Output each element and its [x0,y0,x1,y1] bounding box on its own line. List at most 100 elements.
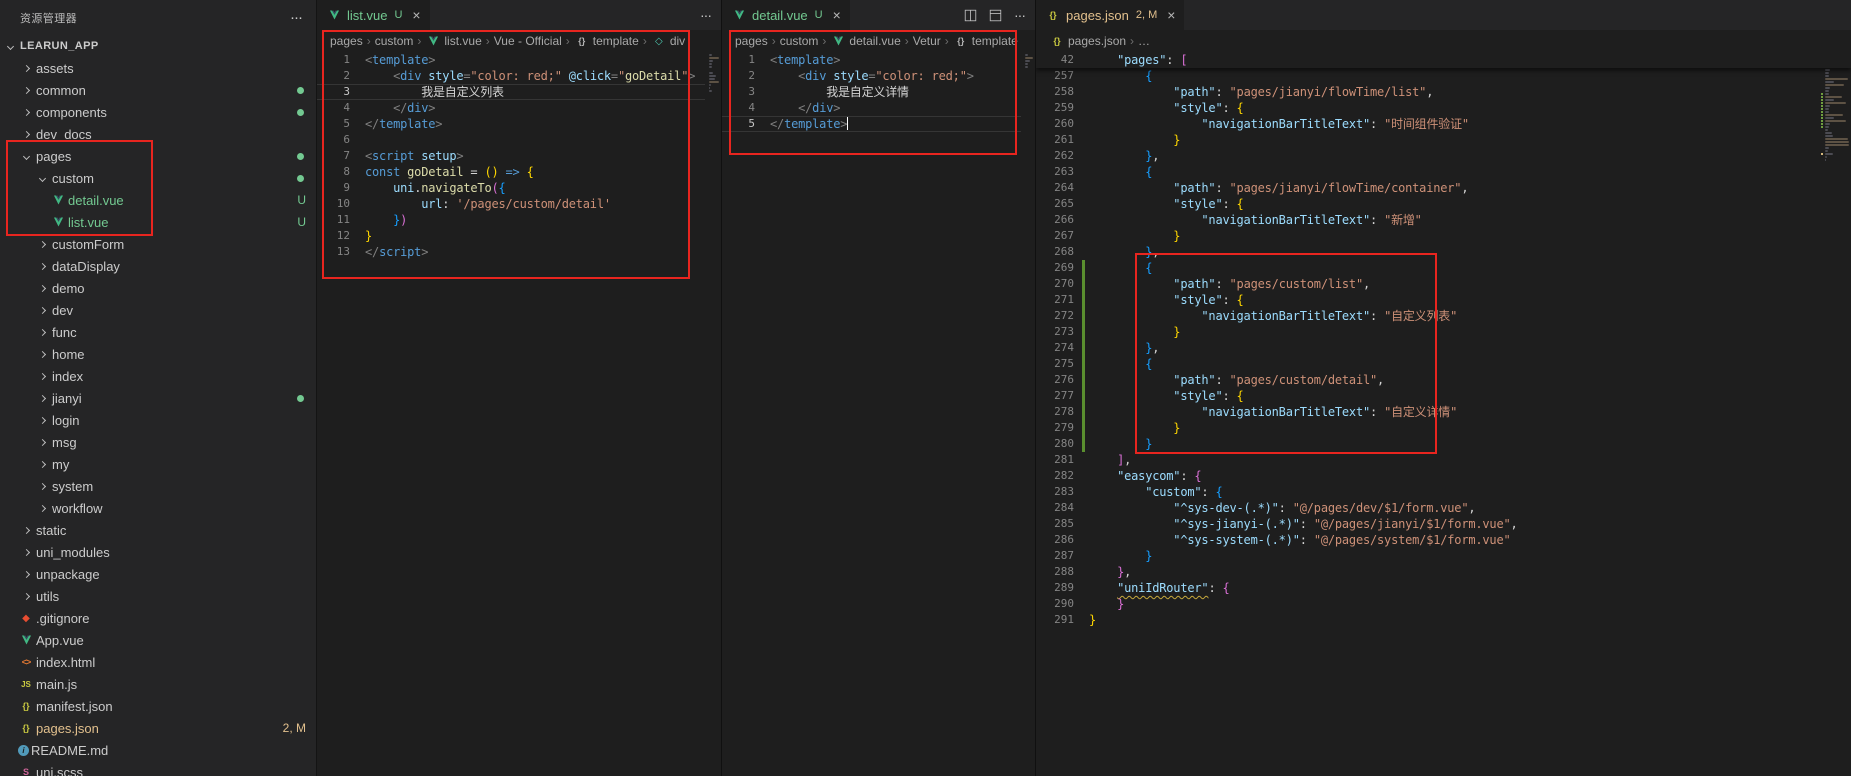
code-line[interactable]: 275 { [1036,356,1851,372]
code-line[interactable]: 277 "style": { [1036,388,1851,404]
tree-item-dev_docs[interactable]: dev_docs [0,123,316,145]
code-line[interactable]: 282 "easycom": { [1036,468,1851,484]
code-line[interactable]: 6 [317,132,721,148]
code-line[interactable]: 290 } [1036,596,1851,612]
tree-item-demo[interactable]: demo [0,277,316,299]
tree-item-pages.json[interactable]: {}pages.json2, M [0,717,316,739]
tree-item-unpackage[interactable]: unpackage [0,563,316,585]
code-line[interactable]: 268 }, [1036,244,1851,260]
tree-item-components[interactable]: components [0,101,316,123]
tree-item-workflow[interactable]: workflow [0,497,316,519]
code-line[interactable]: 287 } [1036,548,1851,564]
code-line[interactable]: 291} [1036,612,1851,628]
close-icon[interactable]: × [1167,8,1175,22]
tree-item-customForm[interactable]: customForm [0,233,316,255]
breadcrumb-item-list.vue[interactable]: list.vue [425,34,481,48]
minimap[interactable] [1821,52,1851,776]
tree-item-index[interactable]: index [0,365,316,387]
tab-list.vue[interactable]: list.vueU× [317,0,431,30]
code-line[interactable]: 274 }, [1036,340,1851,356]
code-line[interactable]: 265 "style": { [1036,196,1851,212]
code-line[interactable]: 288 }, [1036,564,1851,580]
code-line[interactable]: 272 "navigationBarTitleText": "自定义列表" [1036,308,1851,324]
tree-item-uni.scss[interactable]: Suni.scss [0,761,316,776]
tree-item-common[interactable]: common [0,79,316,101]
breadcrumb-item-…[interactable]: … [1138,34,1150,48]
code-line[interactable]: 270 "path": "pages/custom/list", [1036,276,1851,292]
tree-item-LEARUN_APP[interactable]: LEARUN_APP [0,35,316,57]
code-line[interactable]: 263 { [1036,164,1851,180]
breadcrumb-item-template[interactable]: {}template [574,34,639,48]
tree-item-assets[interactable]: assets [0,57,316,79]
code-line[interactable]: 281 ], [1036,452,1851,468]
code-line[interactable]: 267 } [1036,228,1851,244]
code-line[interactable]: 257 { [1036,68,1851,84]
code-line[interactable]: 271 "style": { [1036,292,1851,308]
tree-item-custom[interactable]: custom [0,167,316,189]
breadcrumb-item-pages.json[interactable]: {}pages.json [1049,34,1126,48]
code-line[interactable]: 11 }) [317,212,721,228]
split-editor-icon[interactable] [964,9,977,22]
code-line[interactable]: 4 </div> [317,100,721,116]
more-actions-icon[interactable]: ··· [700,7,711,23]
code-line[interactable]: 276 "path": "pages/custom/detail", [1036,372,1851,388]
tree-item-msg[interactable]: msg [0,431,316,453]
code-line[interactable]: 285 "^sys-jianyi-(.*)": "@/pages/jianyi/… [1036,516,1851,532]
minimap[interactable] [705,52,721,776]
tree-item-dev[interactable]: dev [0,299,316,321]
tree-item-home[interactable]: home [0,343,316,365]
code-line[interactable]: 8const goDetail = () => { [317,164,721,180]
tree-item-pages[interactable]: pages [0,145,316,167]
breadcrumb-item-Vue - Official[interactable]: Vue - Official [494,34,562,48]
breadcrumb-item-template[interactable]: {}template [953,34,1018,48]
tree-item-static[interactable]: static [0,519,316,541]
tree-item-jianyi[interactable]: jianyi [0,387,316,409]
tree-item-main.js[interactable]: JSmain.js [0,673,316,695]
code-line[interactable]: 4 </div> [722,100,1035,116]
code-line[interactable]: 260 "navigationBarTitleText": "时间组件验证" [1036,116,1851,132]
tree-item-App.vue[interactable]: App.vue [0,629,316,651]
breadcrumb-item-pages[interactable]: pages [330,34,363,48]
tree-item-utils[interactable]: utils [0,585,316,607]
breadcrumb-item-custom[interactable]: custom [780,34,819,48]
more-actions-icon[interactable]: ··· [290,9,302,26]
code-line[interactable]: 264 "path": "pages/jianyi/flowTime/conta… [1036,180,1851,196]
tab-detail.vue[interactable]: detail.vueU× [722,0,851,30]
minimap[interactable] [1021,52,1035,776]
tree-item-.gitignore[interactable]: ◆.gitignore [0,607,316,629]
tree-item-login[interactable]: login [0,409,316,431]
tree-item-README.md[interactable]: iREADME.md [0,739,316,761]
tree-item-system[interactable]: system [0,475,316,497]
code-line[interactable]: 279 } [1036,420,1851,436]
code-line[interactable]: 280 } [1036,436,1851,452]
code-line[interactable]: 9 uni.navigateTo({ [317,180,721,196]
code-line[interactable]: 289 "uniIdRouter": { [1036,580,1851,596]
code-line[interactable]: 7<script setup> [317,148,721,164]
code-line[interactable]: 2 <div style="color: red;"> [722,68,1035,84]
code-line[interactable]: 261 } [1036,132,1851,148]
code-line[interactable]: 13</script> [317,244,721,260]
code-line[interactable]: 1<template> [722,52,1035,68]
code-line[interactable]: 3 我是自定义详情 [722,84,1035,100]
breadcrumb-item-Vetur[interactable]: Vetur [913,34,941,48]
code-line[interactable]: 273 } [1036,324,1851,340]
code-line[interactable]: 3 我是自定义列表 [317,84,721,100]
close-icon[interactable]: × [833,8,841,22]
breadcrumb-item-detail.vue[interactable]: detail.vue [830,34,900,48]
code-line[interactable]: 269 { [1036,260,1851,276]
tree-item-list.vue[interactable]: list.vueU [0,211,316,233]
code-line[interactable]: 258 "path": "pages/jianyi/flowTime/list"… [1036,84,1851,100]
breadcrumb-item-custom[interactable]: custom [375,34,414,48]
code-line[interactable]: 284 "^sys-dev-(.*)": "@/pages/dev/$1/for… [1036,500,1851,516]
breadcrumb-item-div[interactable]: ◇div [651,34,685,48]
code-line[interactable]: 266 "navigationBarTitleText": "新增" [1036,212,1851,228]
tree-item-detail.vue[interactable]: detail.vueU [0,189,316,211]
tree-item-manifest.json[interactable]: {}manifest.json [0,695,316,717]
more-actions-icon[interactable]: ··· [1014,7,1025,23]
breadcrumb-item-pages[interactable]: pages [735,34,768,48]
editor-layout-icon[interactable] [989,9,1002,22]
tree-item-dataDisplay[interactable]: dataDisplay [0,255,316,277]
code-line[interactable]: 278 "navigationBarTitleText": "自定义详情" [1036,404,1851,420]
code-line[interactable]: 2 <div style="color: red;" @click="goDet… [317,68,721,84]
code-line[interactable]: 286 "^sys-system-(.*)": "@/pages/system/… [1036,532,1851,548]
